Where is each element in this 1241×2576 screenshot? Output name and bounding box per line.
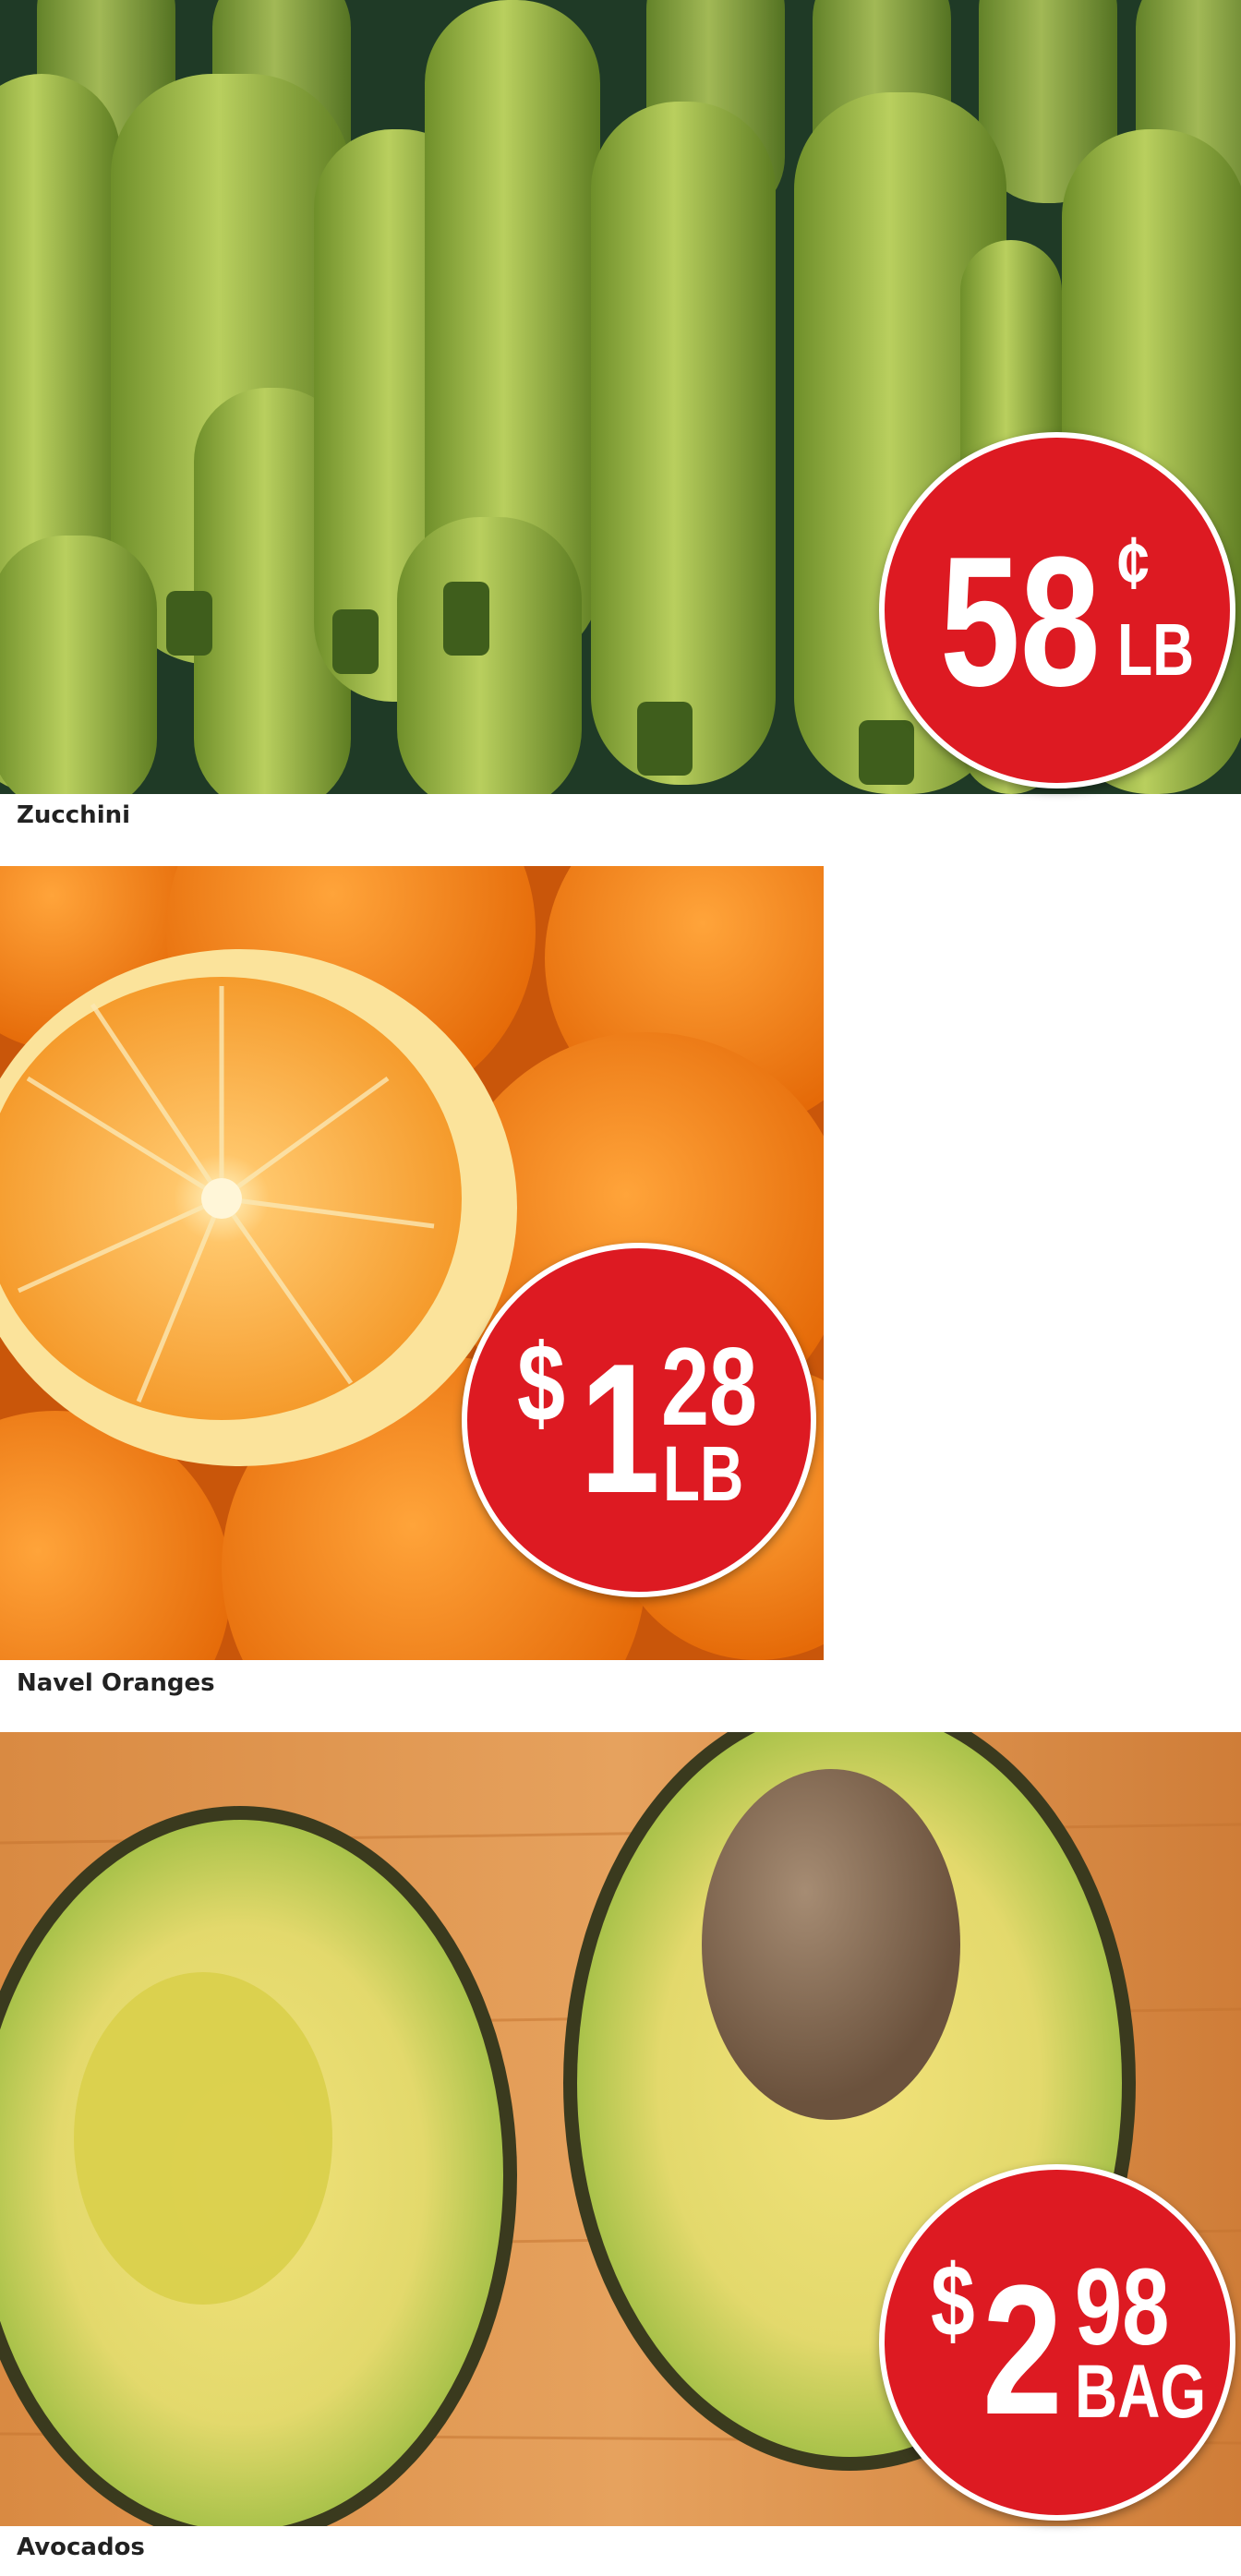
product-card-navel-oranges[interactable]: $ 1 28 LB Navel Oranges (0, 866, 1241, 1706)
product-card-avocados[interactable]: $ 2 98 BAG Avocados (0, 1732, 1241, 2576)
product-name[interactable]: Zucchini (17, 801, 130, 829)
product-name[interactable]: Navel Oranges (17, 1669, 215, 1697)
price-main: 1 (580, 1326, 660, 1532)
price-unit: BAG (1075, 2350, 1207, 2434)
price-unit: LB (1117, 608, 1195, 691)
price-cents: 98 (1075, 2246, 1170, 2368)
product-name[interactable]: Avocados (17, 2534, 145, 2561)
price-main: 2 (982, 2247, 1063, 2453)
product-card-zucchini[interactable]: 58 ¢ LB Zucchini (0, 0, 1241, 831)
cents-symbol: ¢ (1117, 522, 1150, 604)
price-cents: 28 (661, 1325, 758, 1449)
price-badge: $ 2 98 BAG (879, 2164, 1235, 2521)
dollar-sign: $ (931, 2245, 975, 2358)
price-main: 58 (940, 519, 1101, 725)
price-badge: $ 1 28 LB (462, 1243, 816, 1597)
price-badge: 58 ¢ LB (879, 432, 1235, 788)
dollar-sign: $ (517, 1321, 566, 1445)
price-unit: LB (663, 1430, 744, 1517)
